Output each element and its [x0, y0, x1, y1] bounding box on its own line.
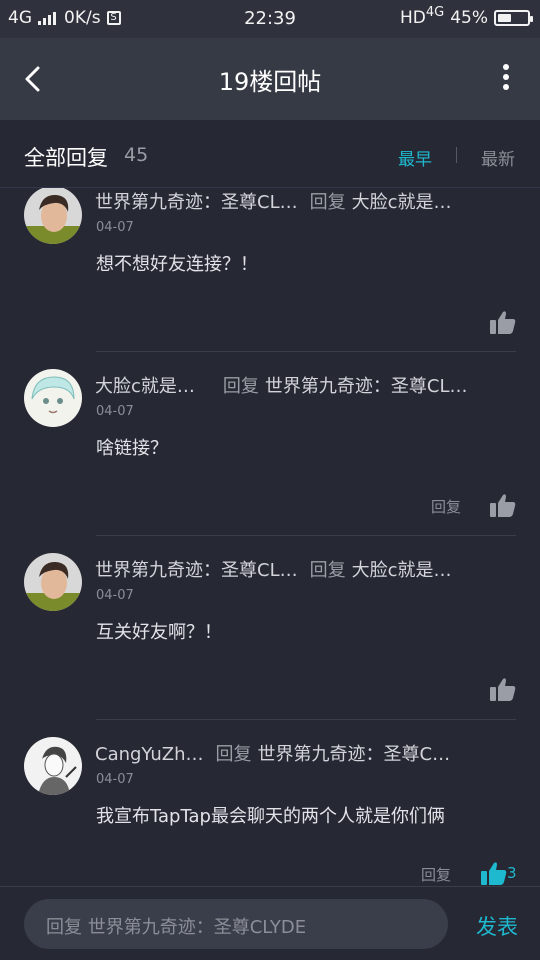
boy-avatar-icon	[24, 188, 82, 244]
reply-to-label: 回复	[309, 560, 346, 581]
status-right: HD 4G 45%	[399, 4, 533, 28]
boy-avatar-icon	[24, 553, 82, 611]
reply-to-name[interactable]: 世界第九奇迹：圣尊CL…	[265, 376, 468, 397]
reply-date: 04-07	[96, 220, 134, 235]
reply-content: 啥链接？	[96, 438, 168, 459]
thumbs-up-icon[interactable]	[490, 310, 516, 334]
author-name[interactable]: CangYuZh…	[95, 744, 204, 765]
send-button[interactable]: 发表	[476, 911, 518, 941]
replies-count: 45	[124, 144, 149, 166]
status-bar: 4G 0K/s S 22:39 HD 4G 45%	[0, 0, 540, 38]
reply-meta: 大脸c就是… 回复 世界第九奇迹：圣尊CL…	[95, 372, 516, 398]
reply-meta: 世界第九奇迹：圣尊CL… 回复 大脸c就是…	[95, 188, 516, 214]
avatar[interactable]	[24, 188, 82, 244]
thumbs-up-icon[interactable]	[490, 677, 516, 701]
reply-item: 世界第九奇迹：圣尊CL… 回复 大脸c就是… 04-07 想不想好友连接？！	[0, 188, 540, 352]
nav-bar: 19楼回帖	[0, 38, 540, 120]
reply-date: 04-07	[96, 588, 134, 603]
more-menu-icon[interactable]	[500, 64, 512, 94]
reply-to-name[interactable]: 大脸c就是…	[352, 192, 452, 213]
thumbs-up-icon[interactable]	[481, 861, 507, 885]
reply-to-name[interactable]: 世界第九奇迹：圣尊C…	[258, 744, 451, 765]
reply-list: 世界第九奇迹：圣尊CL… 回复 大脸c就是… 04-07 想不想好友连接？！ 大脸c…	[0, 188, 540, 886]
reply-to-label: 回复	[309, 192, 346, 213]
avatar[interactable]	[24, 553, 82, 611]
sort-newest-tab[interactable]: 最新	[481, 145, 515, 170]
reply-to-name[interactable]: 大脸c就是…	[352, 560, 452, 581]
hd-indicator: HD	[399, 8, 426, 28]
battery-icon	[494, 10, 533, 26]
author-name[interactable]: 世界第九奇迹：圣尊CL…	[95, 560, 298, 581]
reply-meta: CangYuZh… 回复 世界第九奇迹：圣尊C…	[95, 740, 516, 766]
like-count: 3	[507, 864, 517, 882]
author-name[interactable]: 大脸c就是…	[95, 376, 195, 397]
reply-content: 想不想好友连接？！	[96, 254, 258, 275]
sketch-avatar-icon	[24, 737, 82, 795]
reply-date: 04-07	[96, 772, 134, 787]
reply-item: CangYuZh… 回复 世界第九奇迹：圣尊C… 04-07 我宣布TapTap最会…	[0, 720, 540, 886]
reply-content: 互关好友啊？！	[96, 622, 222, 643]
reply-button[interactable]: 回复	[431, 496, 461, 517]
anime-avatar-icon	[24, 369, 82, 427]
reply-date: 04-07	[96, 404, 134, 419]
sort-earliest-tab[interactable]: 最早	[398, 145, 432, 170]
avatar[interactable]	[24, 737, 82, 795]
reply-input[interactable]: 回复 世界第九奇迹：圣尊CLYDE	[24, 899, 448, 949]
thumbs-up-icon[interactable]	[490, 493, 516, 517]
avatar[interactable]	[24, 369, 82, 427]
reply-to-label: 回复	[222, 376, 259, 397]
replies-title: 全部回复	[24, 146, 108, 170]
network-indicator-right: 4G	[425, 4, 445, 20]
reply-meta: 世界第九奇迹：圣尊CL… 回复 大脸c就是…	[95, 556, 516, 582]
reply-content: 我宣布TapTap最会聊天的两个人就是你们俩	[96, 806, 445, 827]
replies-header: 全部回复 45 最早 最新	[0, 120, 540, 188]
reply-input-bar: 回复 世界第九奇迹：圣尊CLYDE 发表	[0, 886, 540, 960]
page-title: 19楼回帖	[218, 68, 322, 96]
battery-percent: 45%	[450, 8, 488, 28]
reply-item: 大脸c就是… 回复 世界第九奇迹：圣尊CL… 04-07 啥链接？ 回复	[0, 352, 540, 536]
reply-to-label: 回复	[215, 744, 252, 765]
sort-divider	[456, 147, 457, 163]
reply-item: 世界第九奇迹：圣尊CL… 回复 大脸c就是… 04-07 互关好友啊？！	[0, 536, 540, 720]
reply-button[interactable]: 回复	[421, 864, 451, 885]
author-name[interactable]: 世界第九奇迹：圣尊CL…	[95, 192, 298, 213]
